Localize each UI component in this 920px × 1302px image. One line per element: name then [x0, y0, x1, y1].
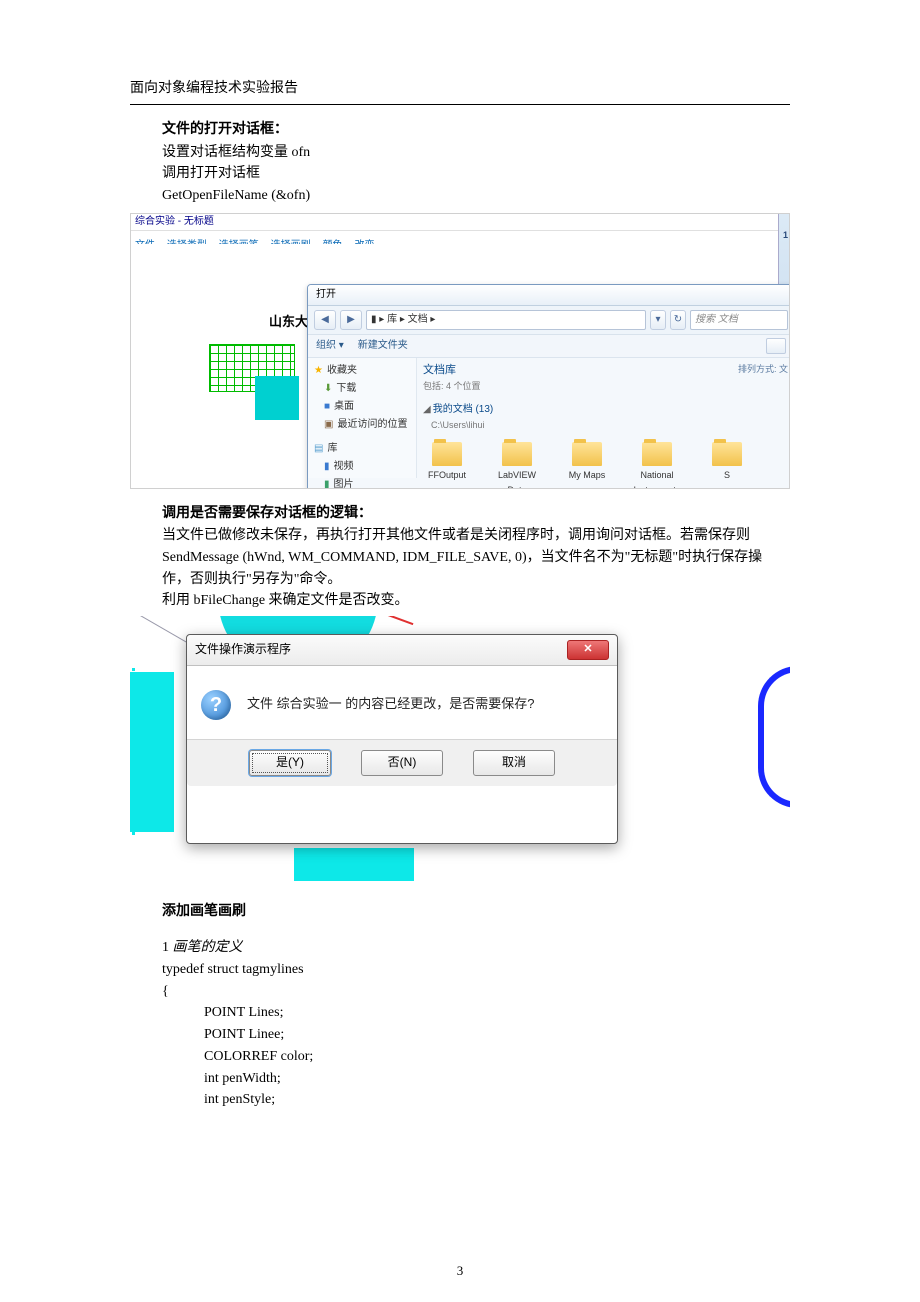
- subsection-pen-def: 1 画笔的定义: [162, 937, 790, 959]
- video-icon: ▮: [324, 459, 330, 475]
- folder-icon: [502, 442, 532, 466]
- bg-dot: [132, 832, 135, 835]
- text-ofn: 设置对话框结构变量 ofn: [162, 142, 790, 164]
- download-icon: ⬇: [324, 381, 332, 397]
- close-icon: ✕: [583, 641, 592, 659]
- bg-shape-cyan: [130, 672, 174, 832]
- app-titlebar: 综合实验 - 无标题: [131, 214, 789, 231]
- folder-labview[interactable]: LabVIEW Data: [493, 442, 541, 489]
- messagebox: 文件操作演示程序 ✕ ? 文件 综合实验一 的内容已经更改，是否需要保存? 是(…: [186, 634, 618, 844]
- organize-button[interactable]: 组织 ▾: [316, 340, 344, 351]
- group-path: C:\Users\lihui: [431, 418, 788, 432]
- nav-libraries[interactable]: ▤库: [314, 440, 410, 458]
- code-line: POINT Lines;: [162, 1002, 790, 1024]
- folder-icon: [572, 442, 602, 466]
- cancel-button[interactable]: 取消: [473, 750, 555, 776]
- desktop-icon: ■: [324, 399, 330, 415]
- forward-button[interactable]: ▶: [340, 310, 362, 330]
- para-save-logic-2: 利用 bFileChange 来确定文件是否改变。: [162, 590, 790, 612]
- back-button[interactable]: ◀: [314, 310, 336, 330]
- picture-icon: ▮: [324, 477, 330, 489]
- file-list-pane: 排列方式: 文 文档库 包括: 4 个位置 ◢我的文档 (13) C:\User…: [417, 358, 790, 478]
- recent-icon: ▣: [324, 417, 333, 433]
- folder-s[interactable]: S: [703, 442, 751, 489]
- section-file-open-title: 文件的打开对话框：: [162, 119, 790, 141]
- folder-mymaps[interactable]: My Maps: [563, 442, 611, 489]
- code-line: POINT Linee;: [162, 1024, 790, 1046]
- folder-ni[interactable]: National Instruments: [633, 442, 681, 489]
- messagebox-title: 文件操作演示程序: [195, 640, 291, 659]
- star-icon: ★: [314, 363, 323, 379]
- page-header: 面向对象编程技术实验报告: [130, 78, 790, 105]
- no-button[interactable]: 否(N): [361, 750, 443, 776]
- chevron-down-icon: ◢: [423, 404, 431, 415]
- nav-recent[interactable]: ▣最近访问的位置: [314, 416, 410, 434]
- address-bar[interactable]: ▮ ▸ 库 ▸ 文档 ▸: [366, 310, 646, 330]
- bg-dot: [132, 668, 135, 671]
- folder-ffoutput[interactable]: FFOutput: [423, 442, 471, 489]
- page-number: 3: [0, 1261, 920, 1282]
- nav-pictures[interactable]: ▮图片: [314, 476, 410, 489]
- code-line: typedef struct tagmylines: [162, 959, 790, 981]
- screenshot-save-prompt: 文件操作演示程序 ✕ ? 文件 综合实验一 的内容已经更改，是否需要保存? 是(…: [130, 616, 790, 881]
- messagebox-text: 文件 综合实验一 的内容已经更改，是否需要保存?: [247, 696, 534, 711]
- canvas-cyan-shape: [255, 376, 299, 420]
- code-line: int penStyle;: [162, 1089, 790, 1111]
- screenshot-open-dialog: 综合实验 - 无标题 文件 选择类型 选择画笔 选择画刷 颜色 改变 山东大 1…: [130, 213, 790, 489]
- code-line: {: [162, 981, 790, 1003]
- folder-icon: [712, 442, 742, 466]
- nav-favorites[interactable]: ★收藏夹: [314, 362, 410, 380]
- canvas-text: 山东大: [269, 312, 308, 333]
- dialog-title: 打开: [308, 285, 790, 306]
- refresh-button[interactable]: ▾: [650, 310, 666, 330]
- code-line: COLORREF color;: [162, 1046, 790, 1068]
- section-save-logic-title: 调用是否需要保存对话框的逻辑：: [162, 503, 790, 525]
- nav-desktop[interactable]: ■桌面: [314, 398, 410, 416]
- close-button[interactable]: ✕: [567, 640, 609, 660]
- text-call-open: 调用打开对话框: [162, 163, 790, 185]
- panel-number: 1: [783, 228, 788, 242]
- refresh-icon[interactable]: ↻: [670, 310, 686, 330]
- library-subheading: 包括: 4 个位置: [423, 379, 788, 393]
- new-folder-button[interactable]: 新建文件夹: [358, 340, 408, 351]
- open-file-dialog: 打开 ◀ ▶ ▮ ▸ 库 ▸ 文档 ▸ ▾ ↻ 搜索 文档 组织 ▾ 新建文件夹: [307, 284, 790, 489]
- section-pen-brush-title: 添加画笔画刷: [162, 901, 790, 923]
- library-heading: 文档库: [423, 362, 788, 380]
- question-icon: ?: [201, 690, 231, 720]
- bg-shape-cyan2: [294, 848, 414, 881]
- code-line: int penWidth;: [162, 1068, 790, 1090]
- folder-icon: [642, 442, 672, 466]
- text-getopenfilename: GetOpenFileName (&ofn): [162, 185, 790, 207]
- nav-videos[interactable]: ▮视频: [314, 458, 410, 476]
- bg-shape-bluecurve: [758, 666, 790, 808]
- folder-icon: [432, 442, 462, 466]
- nav-pane: ★收藏夹 ⬇下载 ■桌面 ▣最近访问的位置 ▤库 ▮视频 ▮图片 ▯文档: [308, 358, 417, 478]
- search-input[interactable]: 搜索 文档: [690, 310, 788, 330]
- arrange-by[interactable]: 排列方式: 文: [738, 362, 788, 376]
- library-icon: ▤: [314, 441, 323, 457]
- group-mydocs[interactable]: ◢我的文档 (13): [423, 402, 788, 418]
- nav-downloads[interactable]: ⬇下载: [314, 380, 410, 398]
- view-options-button[interactable]: [766, 338, 786, 354]
- para-save-logic-1: 当文件已做修改未保存，再执行打开其他文件或者是关闭程序时，调用询问对话框。若需保…: [162, 525, 790, 590]
- yes-button[interactable]: 是(Y): [249, 750, 331, 776]
